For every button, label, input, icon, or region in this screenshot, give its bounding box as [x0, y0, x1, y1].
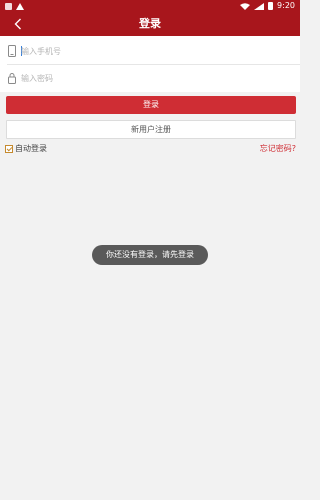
auto-login-label: 自动登录: [15, 144, 47, 153]
phone-input[interactable]: [21, 41, 281, 61]
phone-icon: [8, 45, 16, 57]
notification-icon: [5, 2, 12, 10]
auto-login-toggle[interactable]: 自动登录: [5, 143, 47, 155]
status-right: 9:20: [240, 0, 295, 12]
page-title: 登录: [139, 17, 161, 30]
login-button[interactable]: 登录: [6, 96, 296, 114]
login-options: 自动登录 忘记密码?: [0, 143, 300, 155]
toast-message: 你还没有登录，请先登录: [92, 245, 208, 265]
password-field-row: [0, 64, 300, 92]
auto-login-checkbox[interactable]: [5, 145, 13, 153]
app-bar: 登录: [0, 12, 300, 36]
battery-icon: [268, 2, 274, 10]
lock-icon: [8, 73, 16, 84]
status-left: [5, 0, 24, 12]
password-input[interactable]: [21, 68, 281, 88]
alert-icon: [16, 2, 24, 10]
login-form: [0, 36, 300, 92]
forgot-password-link[interactable]: 忘记密码?: [260, 143, 296, 155]
status-time: 9:20: [277, 1, 295, 10]
wifi-icon: [240, 2, 251, 10]
status-bar: 9:20: [0, 0, 300, 12]
register-button[interactable]: 新用户注册: [6, 120, 296, 139]
signal-icon: [254, 2, 265, 10]
phone-field-row: [0, 37, 300, 65]
